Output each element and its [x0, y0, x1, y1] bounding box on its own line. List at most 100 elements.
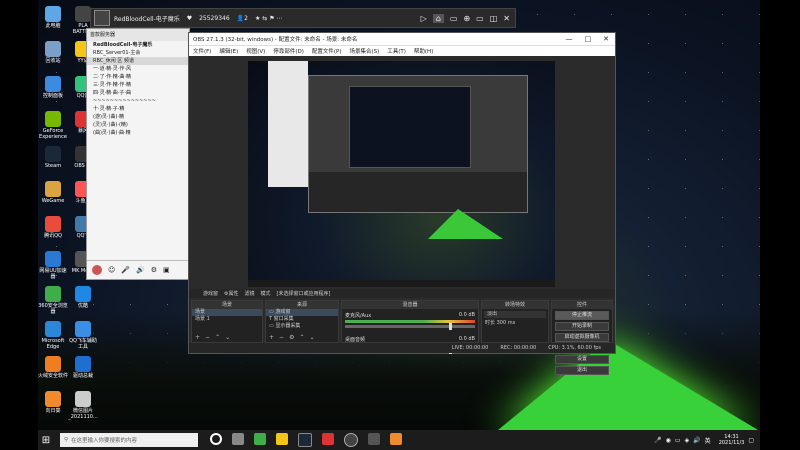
desktop-icon[interactable]: 控制面板 [38, 76, 68, 99]
menu-item[interactable]: 视图(V) [246, 47, 265, 55]
channel-icon[interactable]: ▣ [163, 266, 170, 274]
menu-item[interactable]: 工具(T) [387, 47, 406, 55]
remove-icon[interactable]: − [279, 334, 284, 342]
desktop-icon[interactable]: 向日葵 [38, 391, 68, 414]
down-icon[interactable]: ⌄ [309, 334, 314, 342]
desktop-icon[interactable]: 360安全浏览器 [38, 286, 68, 315]
avatar[interactable] [94, 10, 110, 26]
channel-list-item[interactable]: 四·灵·精·曲·子·曲 [87, 89, 189, 97]
desktop-icon[interactable]: 此电脑 [38, 6, 68, 29]
down-icon[interactable]: ⌄ [225, 334, 230, 342]
explorer-icon[interactable] [232, 433, 244, 445]
desktop-icon[interactable]: GeForce Experience [38, 111, 68, 140]
microphone-icon[interactable]: 🎤 [121, 266, 130, 274]
play-icon[interactable]: ▷ [421, 14, 427, 23]
desktop-icon[interactable]: 腾讯QQ [38, 216, 68, 239]
desktop-icon[interactable]: WeGame [38, 181, 68, 204]
desktop-icon[interactable]: 优酷 [68, 286, 98, 309]
desktop-icon[interactable]: 微信图片_2021110... [68, 391, 98, 420]
clock[interactable]: 14:31 2021/11/3 [719, 434, 745, 446]
channel-list-item[interactable]: RBC_Server01-主会 [87, 49, 189, 57]
layout-icon[interactable]: ◫ [490, 14, 498, 23]
steam-icon[interactable] [298, 433, 312, 447]
desktop-icon[interactable]: Microsoft Edge [38, 321, 68, 350]
menu-item[interactable]: 配置文件(P) [312, 47, 342, 55]
channel-list-item[interactable]: 十·灵·精·子·精 [87, 105, 189, 113]
app-tray-icon[interactable]: ◈ [685, 437, 690, 444]
close-icon[interactable]: ✕ [503, 14, 510, 23]
add-icon[interactable]: + [269, 334, 274, 342]
desktop-icon[interactable]: 驱动总裁 [68, 356, 98, 379]
menu-item[interactable]: 帮助(H) [414, 47, 433, 55]
menu-item[interactable]: 编辑(E) [219, 47, 238, 55]
source-item[interactable]: ▭ 游戏窗 [266, 309, 338, 316]
app-icon [45, 146, 61, 162]
maximize-icon[interactable]: □ [585, 35, 592, 43]
game-icon[interactable] [322, 433, 334, 445]
menu-item[interactable]: 文件(F) [193, 47, 211, 55]
channel-list-item[interactable]: (灵)灵·(曲)·(精) [87, 121, 189, 129]
mode-select[interactable]: [未选择窗口或应用程序] [277, 290, 331, 297]
channel-list-item[interactable]: 二·了·作·精·曲·精 [87, 73, 189, 81]
user-avatar[interactable] [92, 265, 102, 275]
control-button[interactable]: 停止推流 [555, 311, 609, 320]
desktop-icon[interactable]: 回收站 [38, 41, 68, 64]
desktop-icon[interactable]: 火绒安全软件 [38, 356, 68, 379]
qq-tray-icon[interactable]: ◉ [666, 437, 671, 444]
scene-item[interactable]: 场景 [192, 309, 262, 316]
properties-button[interactable]: ⚙属性 [224, 290, 238, 297]
scene-item[interactable]: 场景 1 [192, 316, 262, 323]
notification-icon[interactable]: ▢ [748, 437, 754, 444]
ime-icon[interactable]: 英 [705, 436, 711, 445]
yy-icon[interactable] [276, 433, 288, 445]
source-item[interactable]: T 窗口采集 [266, 316, 338, 323]
filters-button[interactable]: 滤镜 [245, 290, 255, 297]
emoji-icon[interactable]: ☺ [108, 266, 115, 274]
taskbar-search[interactable]: ⚲ 在这里输入你要搜索的内容 [60, 433, 198, 447]
close-icon[interactable]: ✕ [603, 35, 609, 43]
add-icon[interactable]: + [195, 334, 200, 342]
obs-preview[interactable] [248, 61, 555, 287]
app-icon[interactable] [390, 433, 402, 445]
desktop-icon[interactable]: QQ飞车辅助工具 [68, 321, 98, 350]
speaker-icon[interactable]: 🔊 [136, 266, 145, 274]
control-button[interactable]: 退出 [555, 366, 609, 375]
control-button[interactable]: 开始录制 [555, 322, 609, 331]
screen-icon[interactable]: ▭ [450, 14, 458, 23]
source-item[interactable]: ▭ 显示器采集 [266, 323, 338, 330]
settings-icon[interactable]: ⚙ [151, 266, 157, 274]
minimize-icon[interactable]: — [566, 35, 573, 43]
gear-icon[interactable]: ⚙ [289, 334, 294, 342]
channel-list-item[interactable]: (曲)灵·(曲)·曲·精 [87, 129, 189, 137]
volume-icon[interactable]: 🔊 [693, 437, 700, 444]
windows-start-icon[interactable]: ⊞ [38, 435, 54, 446]
channel-list-item[interactable]: (游)灵·(曲)·精 [87, 113, 189, 121]
network-icon[interactable]: ▭ [675, 437, 681, 444]
mic-tray-icon[interactable]: 🎤 [654, 437, 661, 444]
channel-list-item[interactable]: RBC_休闲 区 频道 [87, 57, 189, 65]
channel-list-item[interactable]: 一·道·精·灵·作·风 [87, 65, 189, 73]
task-view-icon[interactable] [210, 433, 222, 445]
window-icon[interactable]: ▭ [476, 14, 484, 23]
remove-icon[interactable]: − [205, 334, 210, 342]
volume-slider[interactable] [345, 323, 475, 330]
transition-select[interactable]: 淡出 [484, 311, 546, 318]
home-icon[interactable]: ⌂ [432, 13, 444, 23]
control-button[interactable]: 设置 [555, 355, 609, 364]
channel-list-item[interactable]: 三·灵·作·精·作·精 [87, 81, 189, 89]
chat-group-title[interactable]: RedBloodCell-电子魔乐 [87, 41, 189, 49]
taskbar-apps [210, 433, 402, 447]
gamepad-icon[interactable]: ⊕ [463, 14, 470, 23]
transition-duration[interactable]: 时长 300 ms [482, 320, 548, 327]
menu-item[interactable]: 停靠部件(D) [273, 47, 304, 55]
desktop-icon[interactable]: 网易UU加速器 [38, 251, 68, 280]
channel-list-item[interactable]: ~~~~~~~~~~~~~~~ [87, 97, 189, 105]
obs-taskbar-icon[interactable] [344, 433, 358, 447]
desktop-icon[interactable]: Steam [38, 146, 68, 169]
menu-item[interactable]: 场景集合(S) [349, 47, 379, 55]
up-icon[interactable]: ⌃ [215, 334, 220, 342]
control-button[interactable]: 启动虚拟摄像机 [555, 333, 609, 342]
browser-icon[interactable] [254, 433, 266, 445]
up-icon[interactable]: ⌃ [299, 334, 304, 342]
app-icon[interactable] [368, 433, 380, 445]
